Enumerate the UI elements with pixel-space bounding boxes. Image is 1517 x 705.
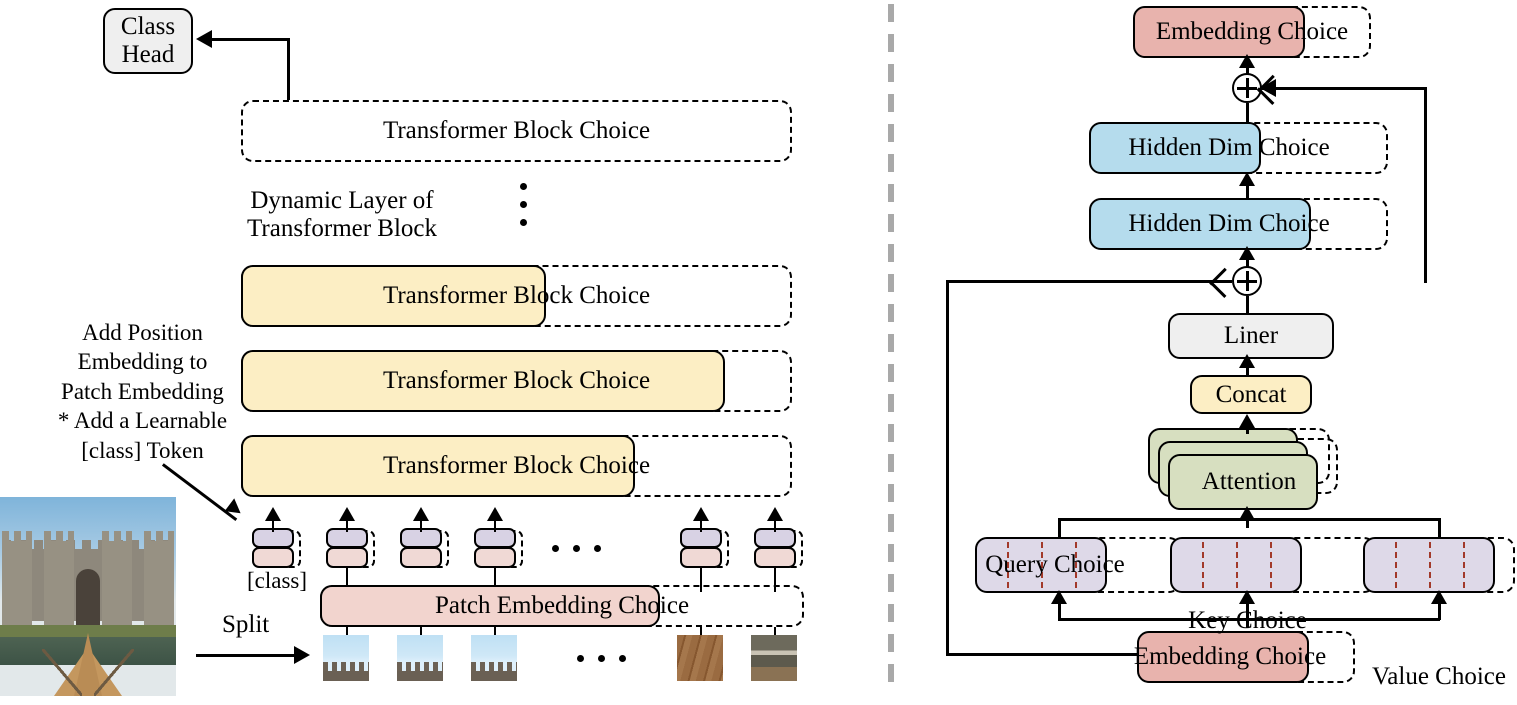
qkv-bus-hline [1058, 518, 1441, 521]
attention-label: Attention [1201, 468, 1297, 496]
castle-railing-left [42, 649, 82, 696]
residual-bottom-hline-bot [946, 653, 1160, 656]
transformer-block-1-label: Transformer Block Choice [382, 282, 651, 310]
hidden-dim-2-label: Hidden Dim Choice [1128, 210, 1330, 238]
embedding-choice-top-label: Embedding Choice [1155, 18, 1349, 46]
class-head-arrowhead-icon [196, 30, 212, 48]
key-choice-label: Key Choice [1188, 607, 1307, 635]
token-patch-2-arrow-line [419, 514, 422, 532]
patch-image-2-base [397, 671, 443, 681]
add-node-bottom [1232, 266, 1262, 296]
key-choice-divider-3 [1270, 542, 1272, 588]
castle-railing-right [94, 649, 134, 696]
patch-image-1 [323, 635, 369, 681]
residual-top-vline [1424, 87, 1427, 283]
key-choice-fill[interactable] [1170, 537, 1302, 593]
token-class-patch-embedding [252, 547, 294, 568]
castle-tower-3 [102, 541, 132, 627]
token-patch-2-patch-embedding [400, 547, 442, 568]
concat-to-liner-arrowhead-icon [1239, 354, 1255, 368]
hidden-dim-1-label: Hidden Dim Choice [1128, 134, 1330, 162]
vertical-ellipsis [520, 183, 527, 226]
castle-tower-1 [2, 541, 32, 627]
class-head-box[interactable]: Class Head [103, 8, 193, 74]
value-choice-label: Value Choice [1372, 663, 1506, 691]
split-arrowhead-icon [294, 646, 310, 664]
token-patch-1-arrow-line [345, 514, 348, 532]
value-choice-divider-1 [1395, 542, 1397, 588]
query-choice-label: Query Choice [985, 551, 1125, 579]
dynamic-layer-label: Dynamic Layer of Transformer Block [247, 187, 437, 242]
value-choice-in-arrowhead-icon [1431, 590, 1447, 604]
hidden-dim-1-to-plus-line [1246, 103, 1249, 123]
qkv-bus-right-vline [1438, 518, 1441, 538]
attention-to-concat-arrowhead-icon [1239, 414, 1255, 428]
patch-embedding-label: Patch Embedding Choice [434, 592, 690, 620]
token-class-arrow-line [271, 514, 274, 532]
note-line3: Patch Embedding [61, 378, 224, 404]
transformer-block-3-label: Transformer Block Choice [382, 452, 651, 480]
token-patch-1-patch-embedding [326, 547, 368, 568]
patch-row-ellipsis [577, 655, 626, 662]
note-arrowhead-icon [224, 498, 246, 520]
class-token-label: [class] [247, 568, 308, 593]
patch-image-1-base [323, 671, 369, 681]
patch-image-3-base [471, 671, 517, 681]
note-line4: * Add a Learnable [57, 408, 228, 434]
token-patch-3-patch-embedding [474, 547, 516, 568]
token-row-ellipsis [552, 545, 601, 552]
patch-image-n1 [677, 635, 723, 681]
top-plus-to-embedding-arrowhead-icon [1239, 54, 1255, 68]
patch-image-2 [397, 635, 443, 681]
token-patch-3[interactable] [474, 528, 523, 568]
key-choice-divider-2 [1236, 542, 1238, 588]
qkv-bus-left-vline [1058, 518, 1061, 538]
class-head-arrow-line-v [287, 38, 290, 100]
castle-gate [76, 569, 100, 627]
token-patch-2[interactable] [400, 528, 449, 568]
note-line1: Add Position [82, 320, 203, 345]
class-head-line1: Class [120, 13, 176, 40]
note-line5: [class] Token [81, 437, 204, 463]
residual-top-arrowhead-icon [1260, 79, 1276, 97]
split-arrow-line [196, 654, 296, 657]
transformer-block-top-label: Transformer Block Choice [382, 117, 651, 145]
dynamic-layer-line2: Transformer Block [247, 214, 438, 242]
split-label: Split [222, 611, 270, 638]
concat-label: Concat [1215, 380, 1287, 408]
plus2-to-hidden2-arrowhead-icon [1239, 246, 1255, 260]
position-embedding-note: Add Position Embedding to Patch Embeddin… [40, 318, 245, 465]
bottom-plus-x-2 [1209, 267, 1227, 286]
token-patch-n2[interactable] [754, 528, 803, 568]
class-head-line2: Head [121, 41, 175, 68]
liner-label: Liner [1223, 322, 1279, 350]
token-patch-3-arrow-line [493, 514, 496, 532]
transformer-block-2-label: Transformer Block Choice [382, 367, 651, 395]
castle-tower-2 [44, 541, 74, 627]
residual-top-hline [1262, 87, 1426, 90]
patch-image-3 [471, 635, 517, 681]
input-image-castle [0, 497, 176, 696]
note-line2: Embedding to [77, 349, 208, 375]
hidden-dim-2-to-1-arrowhead-icon [1239, 172, 1255, 186]
token-patch-n2-patch-embedding [754, 547, 796, 568]
token-patch-n2-arrow-line [773, 514, 776, 532]
residual-bottom-vline [946, 280, 949, 655]
value-choice-fill[interactable] [1363, 537, 1495, 593]
token-class[interactable] [252, 528, 301, 568]
value-choice-divider-2 [1429, 542, 1431, 588]
value-choice-divider-3 [1463, 542, 1465, 588]
dynamic-layer-line1: Dynamic Layer of [250, 187, 434, 214]
castle-tower-4 [144, 541, 174, 627]
residual-bottom-hline-top [946, 280, 1232, 283]
patch-image-n2 [751, 635, 797, 681]
panel-divider [888, 4, 894, 692]
token-patch-1[interactable] [326, 528, 375, 568]
liner-to-plus-line [1246, 296, 1249, 314]
class-head-arrow-line-h [212, 38, 290, 41]
token-patch-n1-patch-embedding [680, 547, 722, 568]
token-patch-n1-arrow-line [699, 514, 702, 532]
key-choice-divider-1 [1202, 542, 1204, 588]
token-patch-n1[interactable] [680, 528, 729, 568]
